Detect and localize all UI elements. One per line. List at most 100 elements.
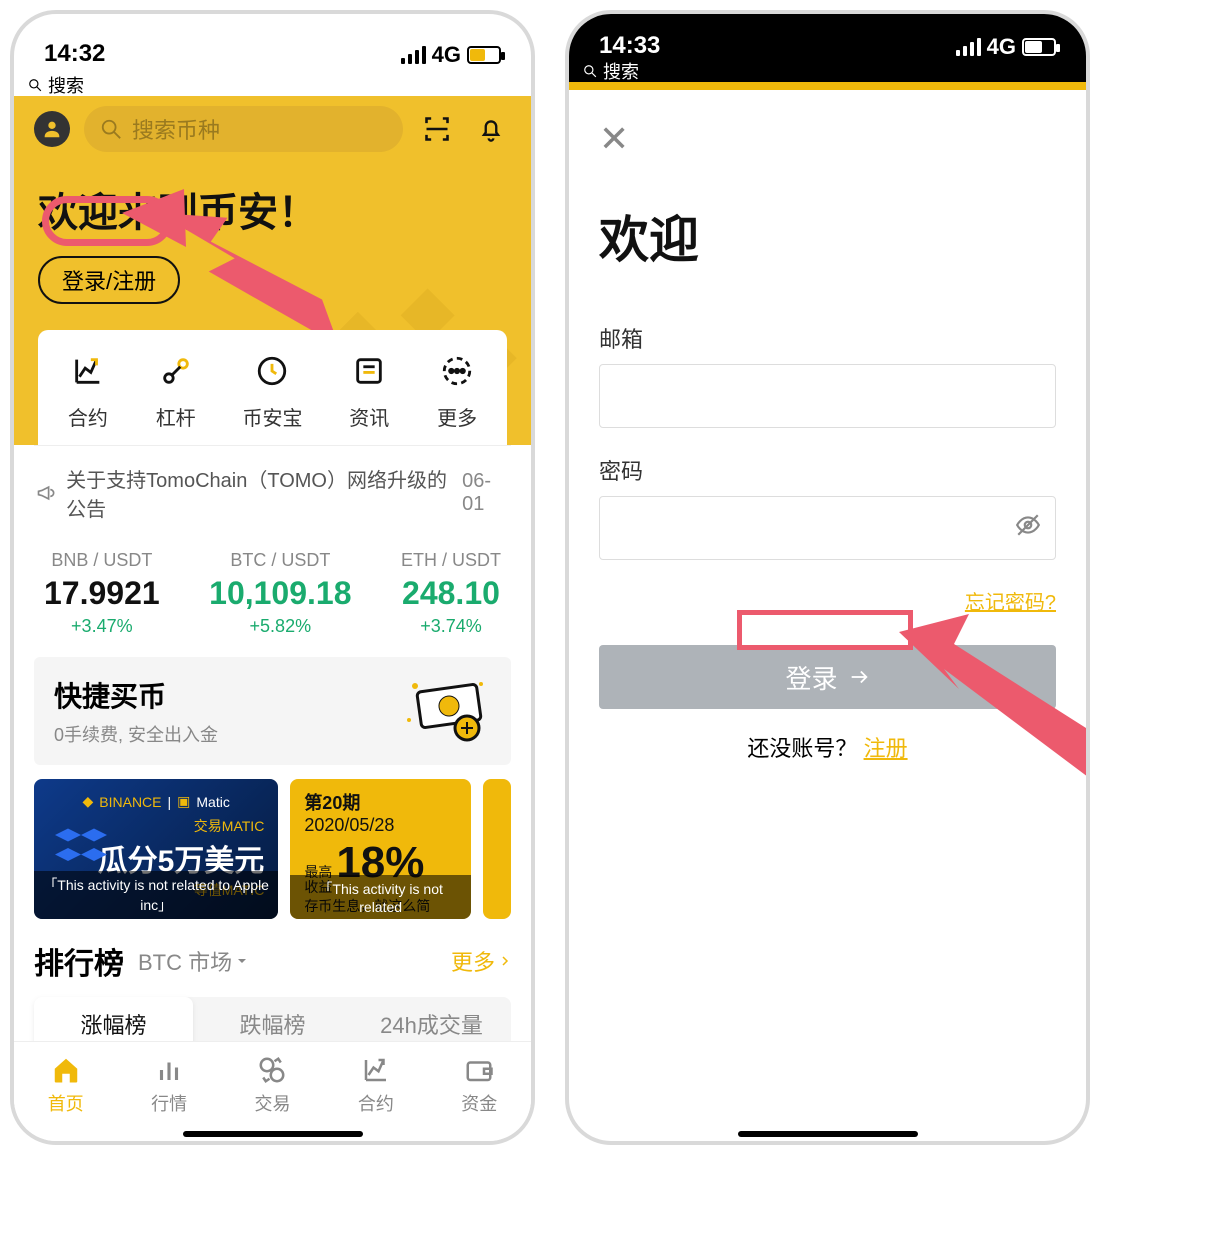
bottom-nav: 首页 行情 交易 合约 资金: [14, 1041, 531, 1141]
login-register-button[interactable]: 登录/注册: [38, 256, 180, 304]
banner-disclaimer: 「This activity is not related: [290, 875, 471, 919]
forgot-password-link[interactable]: 忘记密码?: [599, 586, 1056, 615]
quickbuy-title: 快捷买币: [54, 675, 218, 715]
megaphone-icon: [36, 482, 56, 504]
trade-icon: [256, 1054, 288, 1086]
welcome-title: 欢迎来到币安！: [38, 180, 511, 238]
quickbuy-card[interactable]: 快捷买币 0手续费, 安全出入金: [34, 657, 511, 765]
ticker-pair: ETH / USDT: [401, 550, 501, 571]
close-icon[interactable]: ✕: [599, 118, 1056, 160]
banner2-top: 第20期: [304, 789, 457, 815]
more-icon: [436, 350, 478, 392]
quickbuy-sub: 0手续费, 安全出入金: [54, 721, 218, 747]
email-label: 邮箱: [599, 322, 1056, 354]
home-indicator: [738, 1131, 918, 1137]
ranking-market-selector[interactable]: BTC 市场: [138, 945, 248, 977]
network-label: 4G: [432, 42, 461, 68]
home-indicator: [183, 1131, 363, 1137]
password-label: 密码: [599, 454, 1056, 486]
banner-brand-right: Matic: [196, 794, 229, 810]
os-search-chip: 搜索: [14, 74, 531, 96]
scan-icon[interactable]: [417, 109, 457, 149]
ticker-eth[interactable]: ETH / USDT 248.10 +3.74%: [401, 550, 501, 637]
search-icon: [28, 78, 42, 92]
eye-off-icon[interactable]: [1015, 512, 1041, 544]
tile-futures[interactable]: 合约: [67, 350, 109, 431]
tile-label: 币安宝: [242, 402, 302, 431]
ranking-more[interactable]: 更多: [451, 945, 511, 977]
ticker-price: 248.10: [401, 575, 501, 612]
login-title: 欢迎: [599, 200, 1056, 272]
home-icon: [50, 1054, 82, 1086]
tab-label: 跌幅榜: [239, 1008, 305, 1040]
status-time: 14:32: [44, 40, 105, 68]
phone-home: 14:32 4G 搜索: [10, 10, 535, 1145]
ticker-bnb[interactable]: BNB / USDT 17.9921 +3.47%: [44, 550, 160, 637]
search-input[interactable]: 搜索币种: [84, 106, 403, 152]
login-submit-button[interactable]: 登录: [599, 645, 1056, 709]
nav-label: 交易: [254, 1090, 290, 1116]
tile-label: 合约: [68, 402, 108, 431]
ranking-header: 排行榜 BTC 市场 更多: [34, 939, 511, 983]
status-time: 14:33: [599, 32, 660, 60]
register-link[interactable]: 注册: [864, 736, 908, 761]
banner2-date: 2020/05/28: [304, 815, 457, 836]
tile-more[interactable]: 更多: [436, 350, 478, 431]
tile-news[interactable]: 资讯: [348, 350, 390, 431]
tile-label: 资讯: [349, 402, 389, 431]
nav-futures[interactable]: 合约: [358, 1054, 394, 1116]
announcement-date: 06-01: [462, 470, 509, 516]
ticker-pair: BNB / USDT: [44, 550, 160, 571]
tab-label: 涨幅榜: [80, 1008, 146, 1040]
banner-matic[interactable]: ◆BINANCE | ▣Matic 交易MATIC 瓜分5万美元 等值MATIC…: [34, 779, 278, 919]
quickbuy-icon: [401, 676, 491, 746]
nav-trade[interactable]: 交易: [254, 1054, 290, 1116]
ranking-market-label: BTC 市场: [138, 945, 232, 977]
market-tickers: BNB / USDT 17.9921 +3.47% BTC / USDT 10,…: [34, 540, 511, 657]
phone-login: 14:33 4G 搜索 ✕ 欢迎 邮箱 密码 忘记密码? 登录: [565, 10, 1090, 1145]
no-account-text: 还没账号？: [747, 736, 857, 761]
status-bar: 14:32 4G: [14, 14, 531, 74]
futures-icon: [360, 1054, 392, 1086]
login-register-label: 登录/注册: [62, 269, 156, 294]
tile-label: 杠杆: [156, 402, 196, 431]
announcement-row[interactable]: 关于支持TomoChain（TOMO）网络升级的公告 06-01: [34, 445, 511, 540]
hero-section: 搜索币种 欢迎来到币安！ 登录/注册 合约: [14, 96, 531, 445]
avatar-icon[interactable]: [34, 111, 70, 147]
ticker-change: +5.82%: [209, 616, 351, 637]
accent-strip: [569, 82, 1086, 90]
signal-icon: [956, 38, 981, 56]
battery-icon: [1022, 38, 1056, 56]
ranking-title: 排行榜: [34, 939, 124, 983]
futures-icon: [67, 350, 109, 392]
banner-carousel[interactable]: ◆BINANCE | ▣Matic 交易MATIC 瓜分5万美元 等值MATIC…: [34, 779, 511, 919]
banner-staking[interactable]: 第20期 2020/05/28 最高 收益 18% 存币生息，就这么简单！ 「T…: [290, 779, 471, 919]
email-field[interactable]: [599, 364, 1056, 428]
tile-savings[interactable]: 币安宝: [242, 350, 302, 431]
banner-peek[interactable]: [483, 779, 511, 919]
password-field[interactable]: [599, 496, 1056, 560]
nav-label: 合约: [358, 1090, 394, 1116]
status-right: 4G: [956, 34, 1056, 60]
nav-market[interactable]: 行情: [151, 1054, 187, 1116]
forgot-label: 忘记密码?: [965, 592, 1056, 614]
ticker-price: 10,109.18: [209, 575, 351, 612]
chevron-right-icon: [499, 954, 511, 968]
login-form: ✕ 欢迎 邮箱 密码 忘记密码? 登录 还没账号？ 注册: [569, 90, 1086, 791]
ticker-price: 17.9921: [44, 575, 160, 612]
ticker-btc[interactable]: BTC / USDT 10,109.18 +5.82%: [209, 550, 351, 637]
os-search-label: 搜索: [603, 58, 639, 84]
arrow-right-icon: [848, 666, 870, 688]
search-placeholder: 搜索币种: [132, 113, 220, 145]
ticker-change: +3.47%: [44, 616, 160, 637]
bell-icon[interactable]: [471, 109, 511, 149]
status-bar: 14:33 4G: [569, 14, 1086, 60]
nav-label: 行情: [151, 1090, 187, 1116]
search-icon: [583, 64, 597, 78]
signal-icon: [401, 46, 426, 64]
tile-label: 更多: [437, 402, 477, 431]
nav-home[interactable]: 首页: [48, 1054, 84, 1116]
tile-margin[interactable]: 杠杆: [155, 350, 197, 431]
nav-wallet[interactable]: 资金: [461, 1054, 497, 1116]
chart-icon: [153, 1054, 185, 1086]
